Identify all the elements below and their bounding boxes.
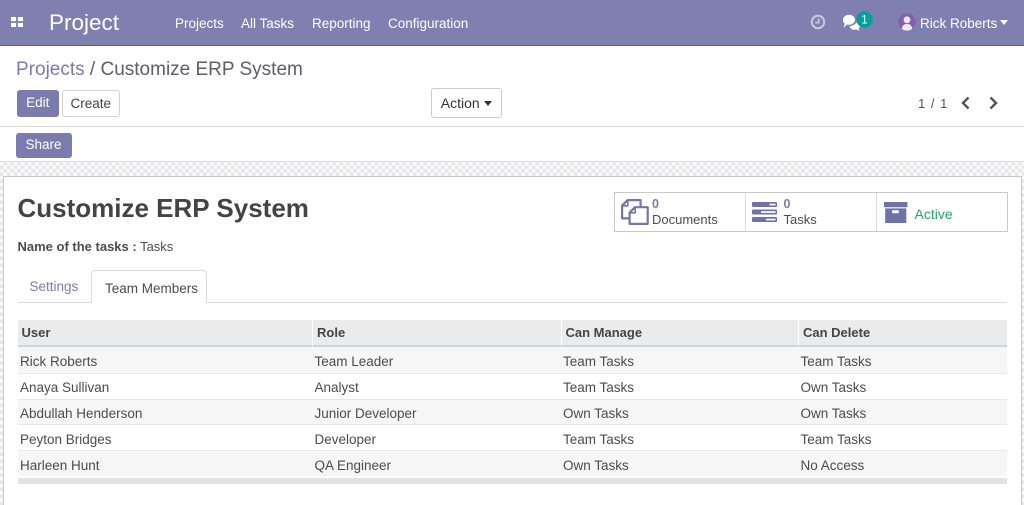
- svg-text:1: 1: [861, 14, 867, 26]
